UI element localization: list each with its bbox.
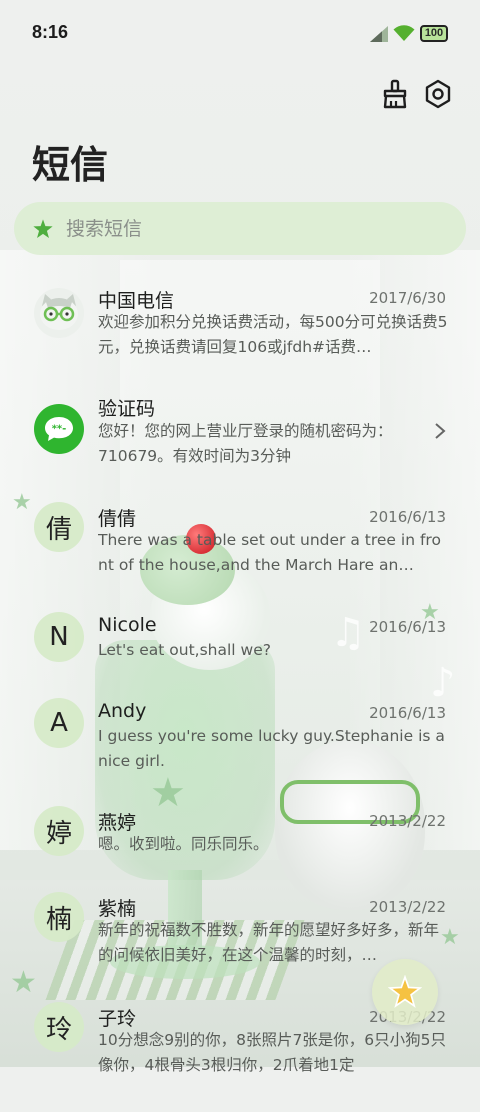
status-bar: 8:16 100	[0, 0, 480, 66]
contact-name: Andy	[98, 700, 147, 722]
message-date: 2016/6/13	[369, 704, 446, 722]
chevron-right-icon	[435, 423, 446, 439]
battery-indicator: 100	[420, 25, 448, 42]
message-preview: 嗯。收到啦。同乐同乐。	[98, 835, 269, 853]
conversation-item[interactable]: A Andy 2016/6/13 I guess you're some luc…	[0, 698, 480, 808]
contact-name: 紫楠	[98, 898, 137, 920]
svg-text:**-: **-	[52, 424, 67, 435]
cat-avatar-icon	[34, 288, 84, 338]
message-preview: 您好！您的网上营业厅登录的随机密码为：710679。有效时间为3分钟	[98, 422, 393, 465]
contact-avatar: 楠	[34, 892, 84, 942]
search-input[interactable]	[64, 216, 428, 241]
star-icon	[33, 218, 53, 238]
star-compose-icon	[388, 975, 422, 1008]
message-preview: I guess you're some lucky guy.Stephanie …	[98, 727, 445, 770]
contact-name: 中国电信	[98, 290, 175, 312]
conversation-item[interactable]: 中国电信 2017/6/30 欢迎参加积分兑换话费活动，每500分可兑换话费5元…	[0, 282, 480, 392]
contact-avatar: 倩	[34, 502, 84, 552]
message-date: 2016/6/13	[369, 508, 446, 526]
search-bar[interactable]	[14, 202, 466, 255]
message-date: 2013/2/22	[369, 812, 446, 830]
message-preview: 欢迎参加积分兑换话费活动，每500分可兑换话费5元，兑换话费请回复106或jfd…	[98, 313, 448, 356]
message-date: 2017/6/30	[369, 289, 446, 307]
settings-button[interactable]	[420, 76, 456, 112]
contact-avatar: N	[34, 612, 84, 662]
compose-fab-button[interactable]	[372, 959, 438, 1025]
contact-avatar: 婷	[34, 806, 84, 856]
message-preview: 10分想念9别的你，8张照片7张是你，6只小狗5只像你，4根骨头3根归你，2爪着…	[98, 1031, 447, 1074]
status-time: 8:16	[32, 22, 69, 42]
broom-icon	[383, 79, 407, 109]
wifi-icon	[393, 25, 415, 41]
page-title: 短信	[32, 143, 109, 187]
message-preview: Let's eat out,shall we?	[98, 641, 271, 659]
contact-name: 倩倩	[98, 508, 137, 530]
conversation-item[interactable]: 婷 燕婷 2013/2/22 嗯。收到啦。同乐同乐。	[0, 806, 480, 886]
contact-name: 验证码	[98, 398, 156, 420]
settings-hexagon-icon	[425, 79, 451, 109]
conversation-item[interactable]: **- 验证码 您好！您的网上营业厅登录的随机密码为：710679。有效时间为3…	[0, 392, 480, 502]
conversation-item[interactable]: N Nicole 2016/6/13 Let's eat out,shall w…	[0, 612, 480, 692]
chat-bubble-icon: **-	[34, 404, 84, 454]
contact-name: 燕婷	[98, 812, 137, 834]
message-date: 2013/2/22	[369, 898, 446, 916]
message-date: 2016/6/13	[369, 618, 446, 636]
cellular-signal-icon	[370, 26, 388, 42]
conversation-item[interactable]: 倩 倩倩 2016/6/13 There was a table set out…	[0, 502, 480, 612]
contact-name: Nicole	[98, 614, 157, 636]
clean-button[interactable]	[377, 76, 413, 112]
contact-name: 子玲	[98, 1008, 137, 1030]
contact-avatar: 玲	[34, 1002, 84, 1052]
message-preview: There was a table set out under a tree i…	[98, 531, 441, 574]
contact-avatar: A	[34, 698, 84, 748]
